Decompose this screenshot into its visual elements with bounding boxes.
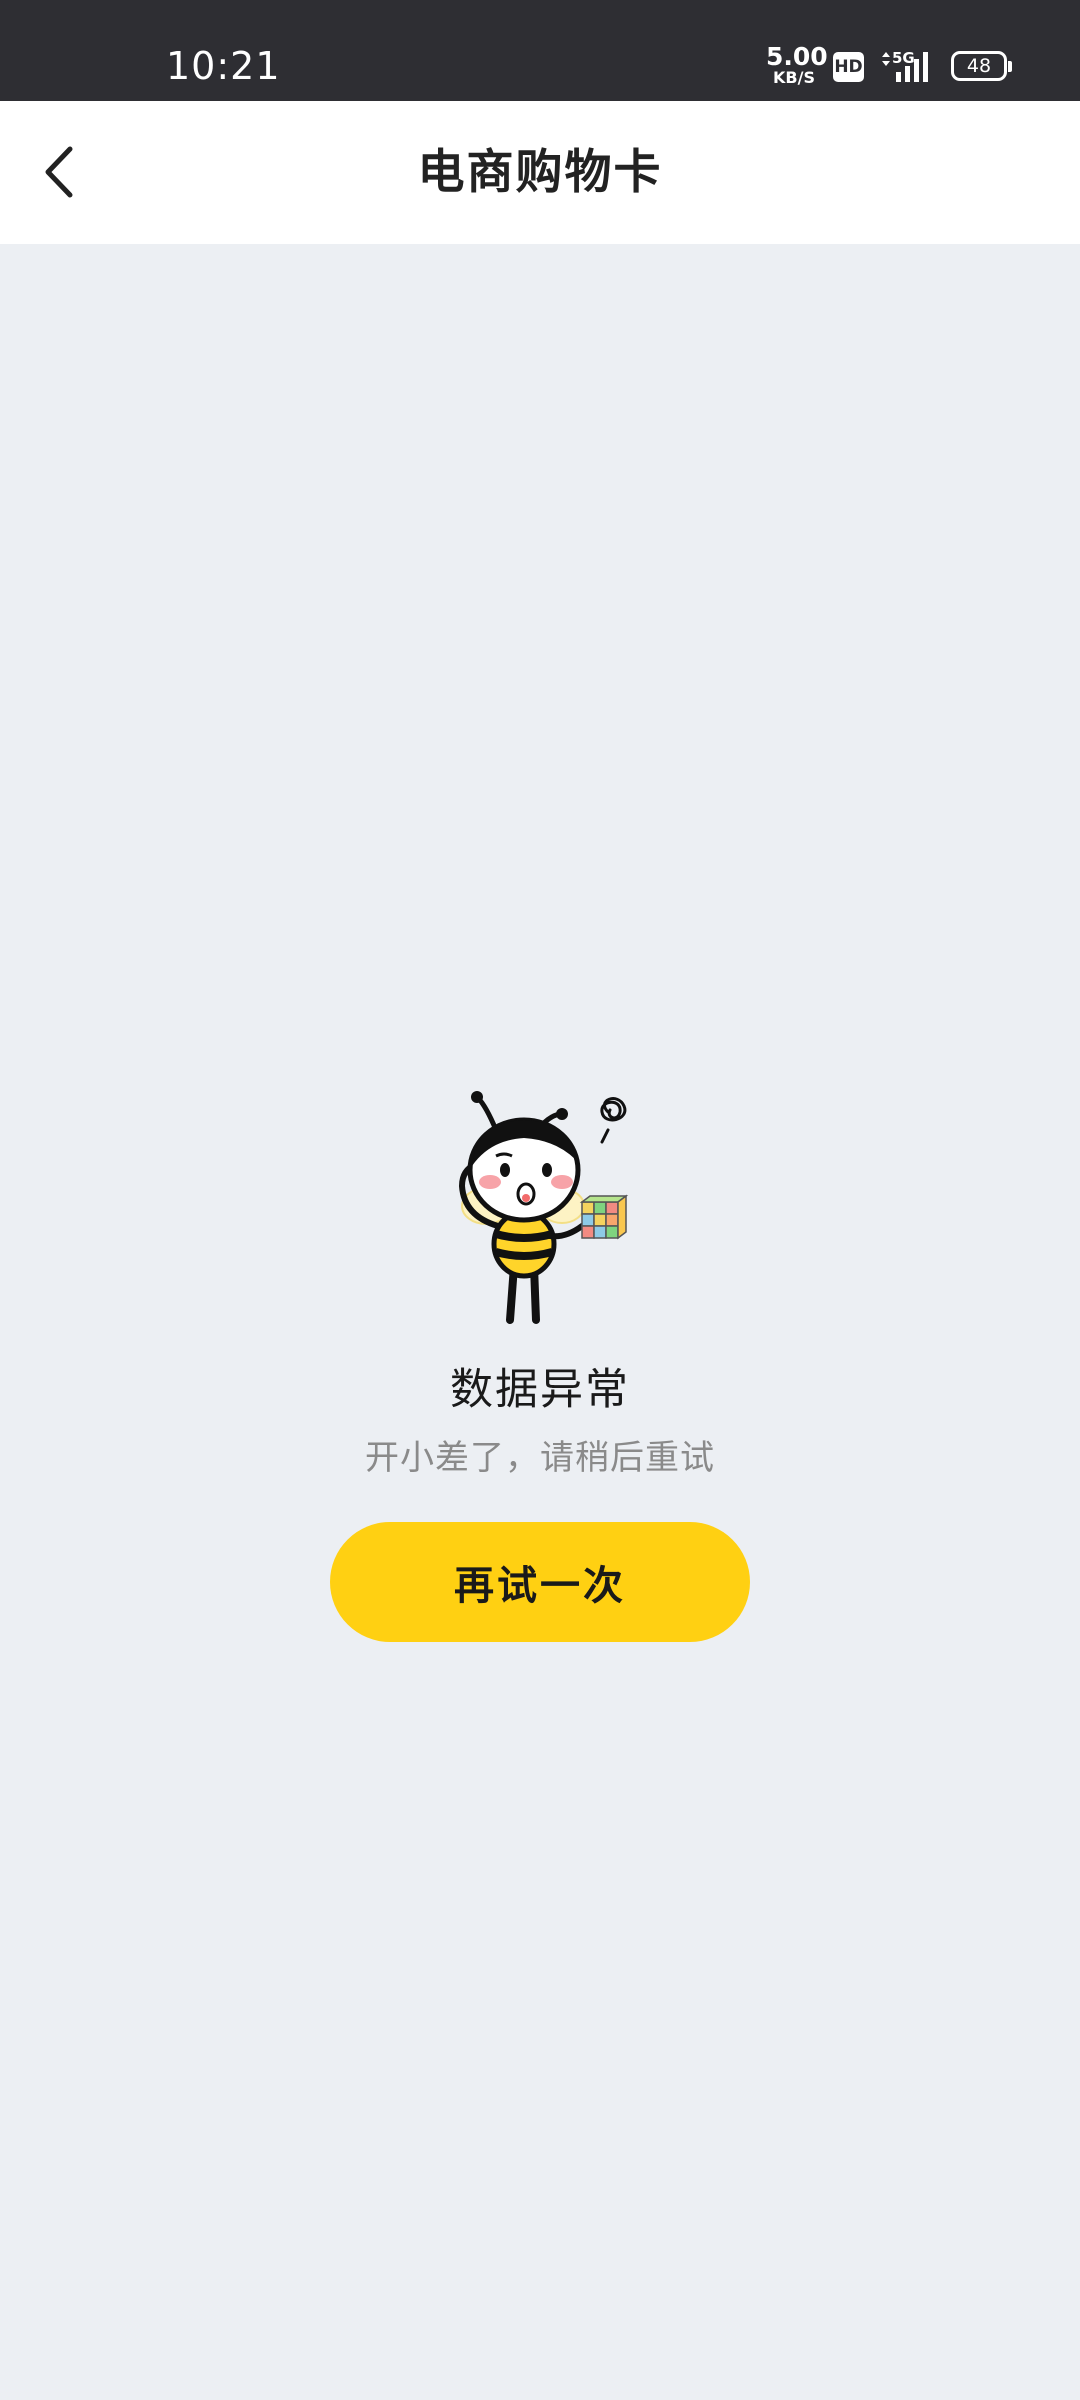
network-speed-indicator: 5.00 KB/S [766,42,828,87]
battery-icon: 48 [951,51,1012,81]
status-time: 10:21 [166,44,281,88]
page-title: 电商购物卡 [417,145,663,200]
hd-icon: HD [833,52,864,82]
error-title: 数据异常 [450,1365,630,1415]
error-subtitle: 开小差了，请稍后重试 [365,1438,715,1478]
network-speed-unit: KB/S [773,68,815,87]
battery-level: 48 [966,55,992,77]
status-bar: 10:21 5.00 KB/S HD 5G 48 [0,0,1080,101]
network-speed-value: 5.00 [766,42,828,71]
navigation-bar: 电商购物卡 [0,101,1080,244]
retry-button[interactable]: 再试一次 [330,1522,750,1642]
bee-mascot-illustration [458,1091,629,1324]
network-type-label: 5G [892,49,915,67]
signal-5g-icon: 5G [882,49,928,82]
